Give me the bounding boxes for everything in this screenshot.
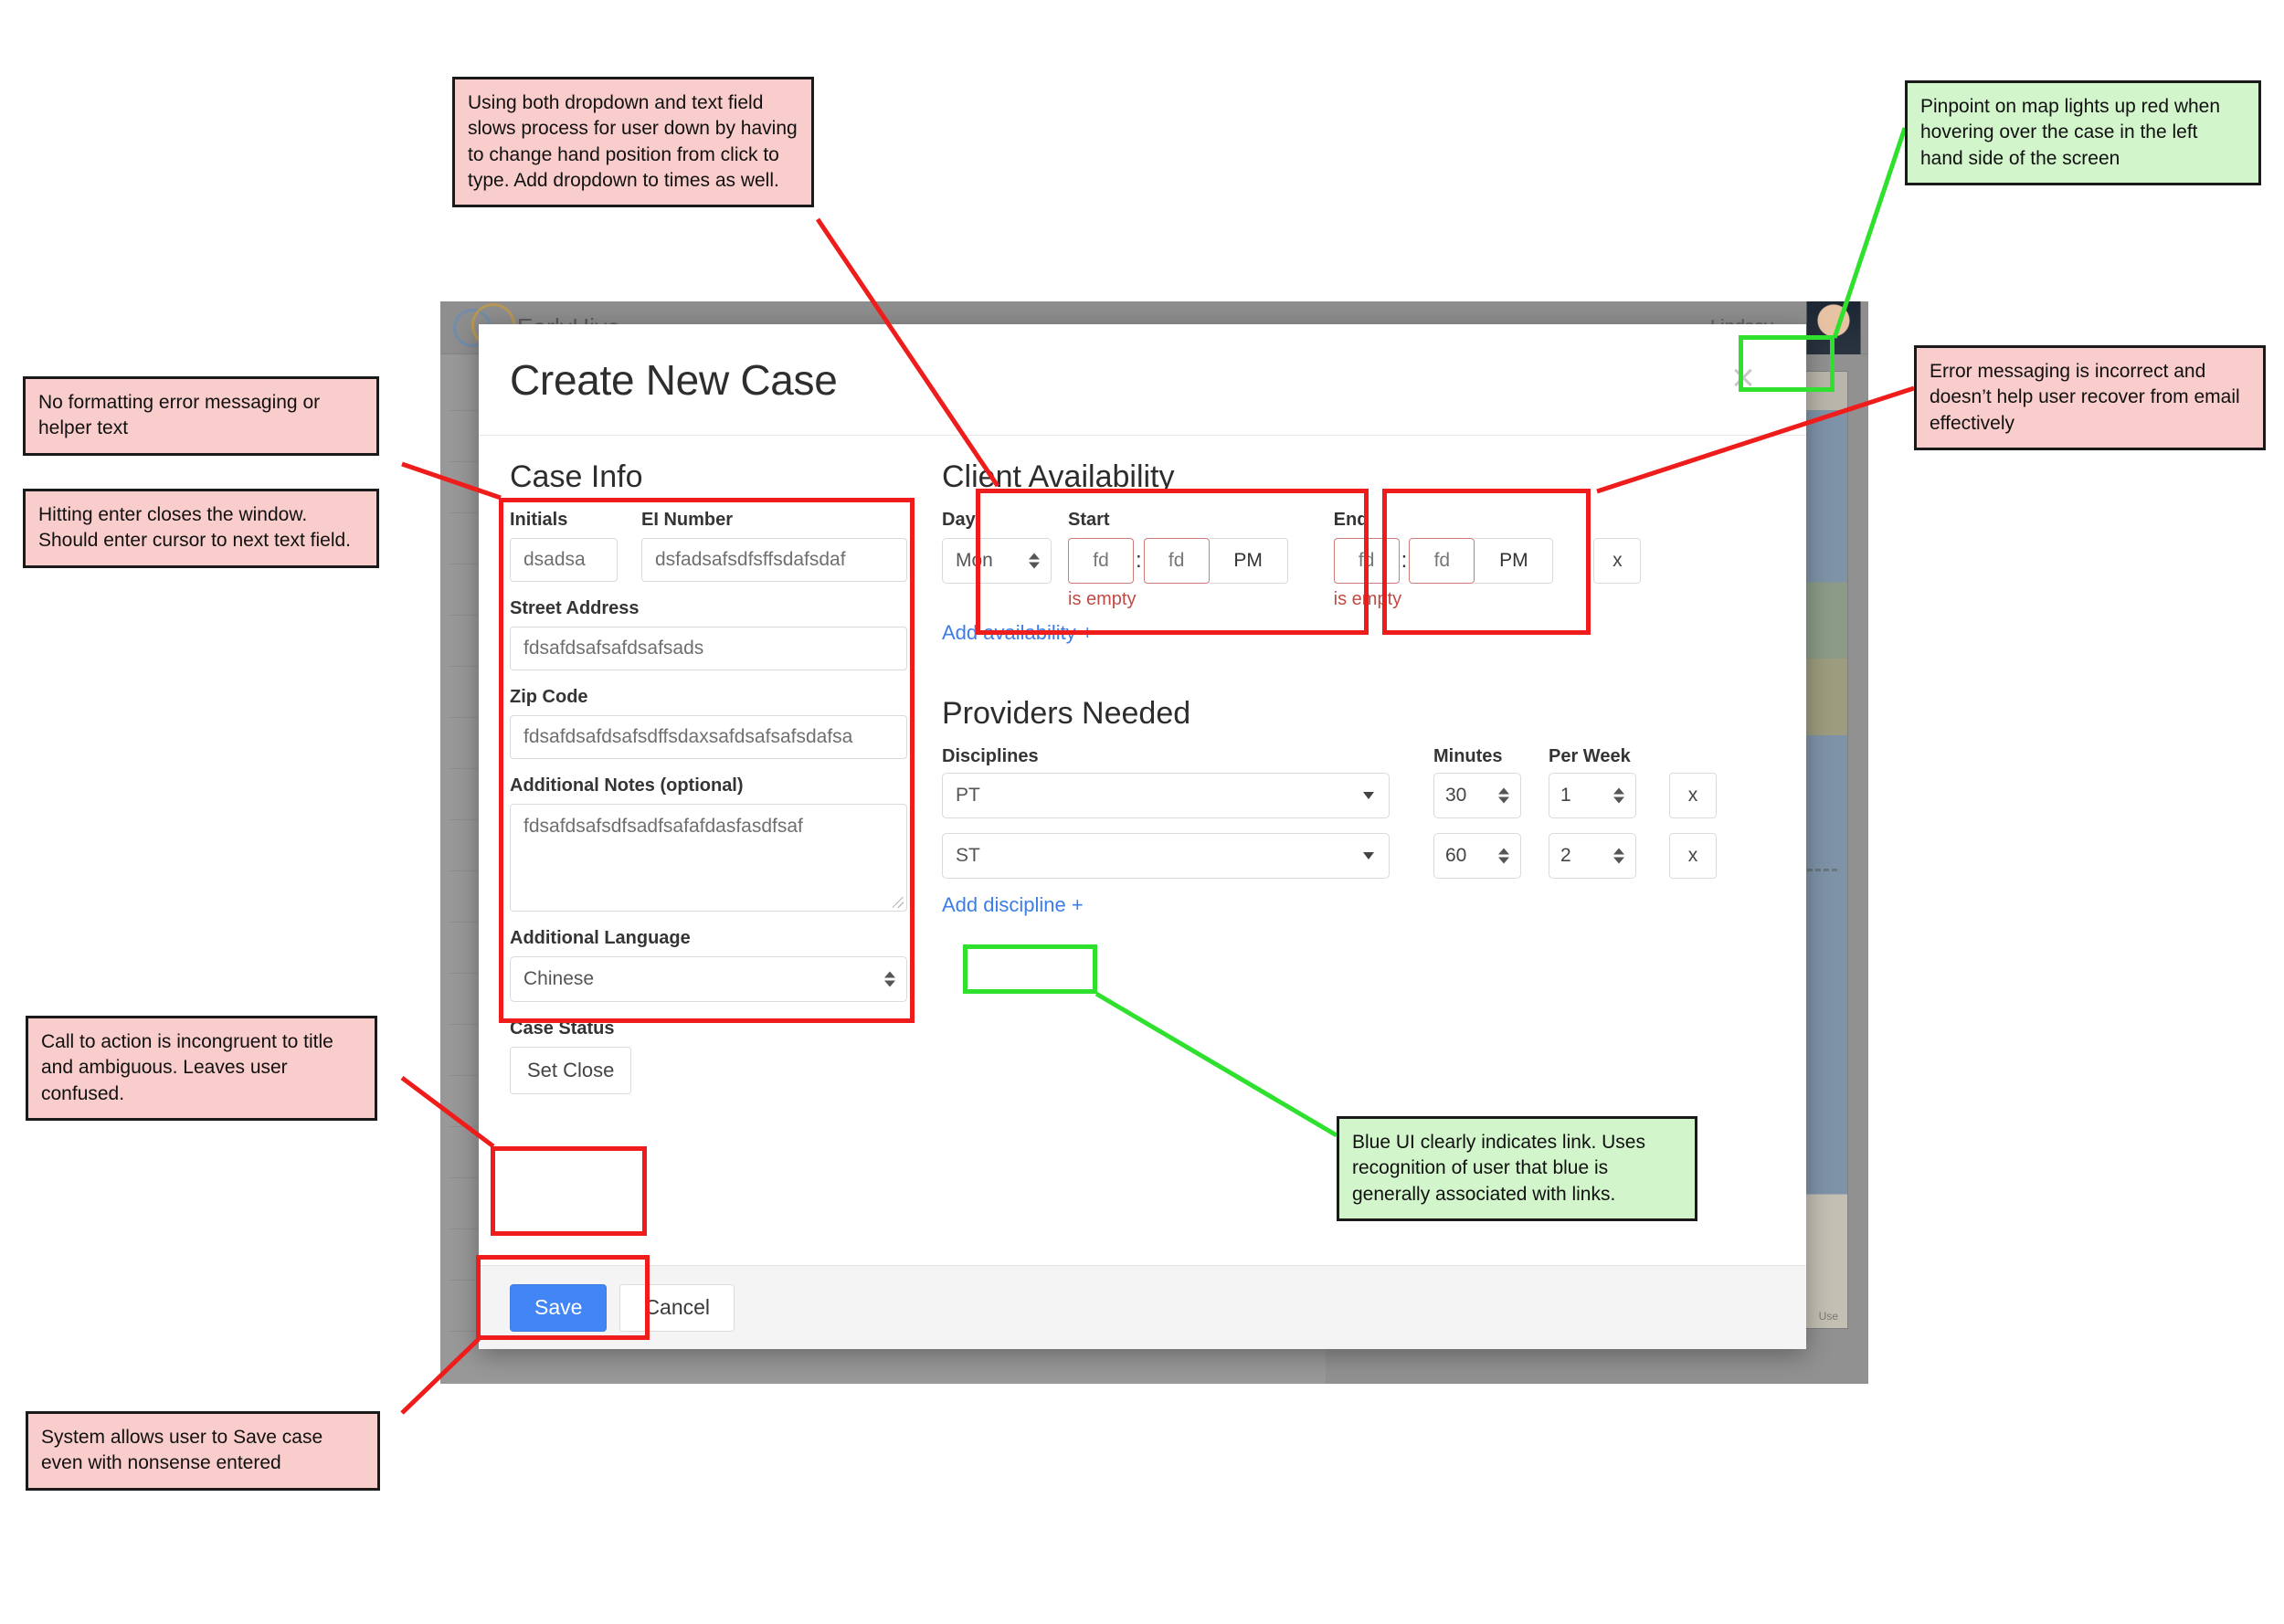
annotation-enter-closes-window: Hitting enter closes the window. Should … <box>23 489 379 568</box>
set-close-button[interactable]: Set Close <box>510 1047 632 1094</box>
case-status-group: Case Status Set Close <box>510 1018 907 1094</box>
annotation-text: Pinpoint on map lights up red when hover… <box>1920 96 2221 169</box>
highlight-day-start <box>976 489 1369 635</box>
stepper-arrows-icon[interactable] <box>1613 848 1624 864</box>
per-week-value: 1 <box>1560 785 1571 806</box>
annotation-text: System allows user to Save case even wit… <box>41 1427 323 1474</box>
modal-footer: Save Cancel <box>479 1265 1806 1349</box>
remove-availability-group: x <box>1593 510 1642 584</box>
chevron-down-icon <box>1363 852 1374 859</box>
discipline-value: PT <box>956 785 980 806</box>
discipline-select[interactable]: PT <box>942 773 1390 818</box>
per-week-label: Per Week <box>1549 746 1631 766</box>
disciplines-label: Disciplines <box>942 746 1039 766</box>
stepper-arrows-icon[interactable] <box>1498 848 1509 864</box>
providers-header-row: Disciplines Minutes Per Week <box>942 746 1775 767</box>
minutes-value: 30 <box>1445 785 1467 806</box>
highlight-case-info-fields <box>499 498 915 1023</box>
annotation-text: No formatting error messaging or helper … <box>38 392 321 439</box>
annotation-save-nonsense: System allows user to Save case even wit… <box>26 1411 380 1491</box>
annotation-error-messaging: Error messaging is incorrect and doesn’t… <box>1914 345 2266 451</box>
table-row: ST 60 2 x <box>942 833 1775 879</box>
discipline-value: ST <box>956 845 980 866</box>
highlight-close-button <box>1739 335 1835 392</box>
per-week-value: 2 <box>1560 845 1571 866</box>
annotation-text: Blue UI clearly indicates link. Uses rec… <box>1352 1132 1645 1205</box>
chevron-down-icon <box>1363 792 1374 799</box>
table-row: PT 30 1 x <box>942 773 1775 818</box>
minutes-label: Minutes <box>1433 746 1503 766</box>
per-week-stepper[interactable]: 2 <box>1549 833 1636 879</box>
map-credit: Use <box>1818 1310 1838 1323</box>
page-title: Create New Case <box>510 355 838 404</box>
minutes-stepper[interactable]: 60 <box>1433 833 1521 879</box>
discipline-select[interactable]: ST <box>942 833 1390 879</box>
highlight-add-discipline <box>963 944 1097 994</box>
section-title-providers-needed: Providers Needed <box>942 696 1191 731</box>
stepper-arrows-icon[interactable] <box>1613 787 1624 804</box>
remove-discipline-button[interactable]: x <box>1669 833 1717 879</box>
highlight-end-time <box>1382 489 1591 635</box>
modal-header: Create New Case × <box>479 324 1806 436</box>
annotation-cta-incongruent: Call to action is incongruent to title a… <box>26 1016 377 1122</box>
minutes-value: 60 <box>1445 845 1467 866</box>
per-week-stepper[interactable]: 1 <box>1549 773 1636 818</box>
annotation-text: Error messaging is incorrect and doesn’t… <box>1930 361 2240 434</box>
highlight-save-cancel <box>476 1255 650 1340</box>
annotation-blue-ui-link: Blue UI clearly indicates link. Uses rec… <box>1337 1116 1697 1222</box>
remove-discipline-button[interactable]: x <box>1669 773 1717 818</box>
annotation-dropdown-text-field: Using both dropdown and text field slows… <box>452 77 814 208</box>
stepper-arrows-icon[interactable] <box>1498 787 1509 804</box>
annotation-text: Hitting enter closes the window. Should … <box>38 504 352 552</box>
add-discipline-link[interactable]: Add discipline + <box>942 893 1084 917</box>
annotation-text: Using both dropdown and text field slows… <box>468 92 798 192</box>
annotation-map-pinpoint: Pinpoint on map lights up red when hover… <box>1905 80 2261 186</box>
highlight-set-close <box>491 1146 647 1236</box>
annotation-no-formatting-helper: No formatting error messaging or helper … <box>23 376 379 456</box>
section-title-case-info: Case Info <box>510 459 643 494</box>
remove-availability-button[interactable]: x <box>1593 538 1642 584</box>
minutes-stepper[interactable]: 30 <box>1433 773 1521 818</box>
annotation-text: Call to action is incongruent to title a… <box>41 1031 333 1104</box>
